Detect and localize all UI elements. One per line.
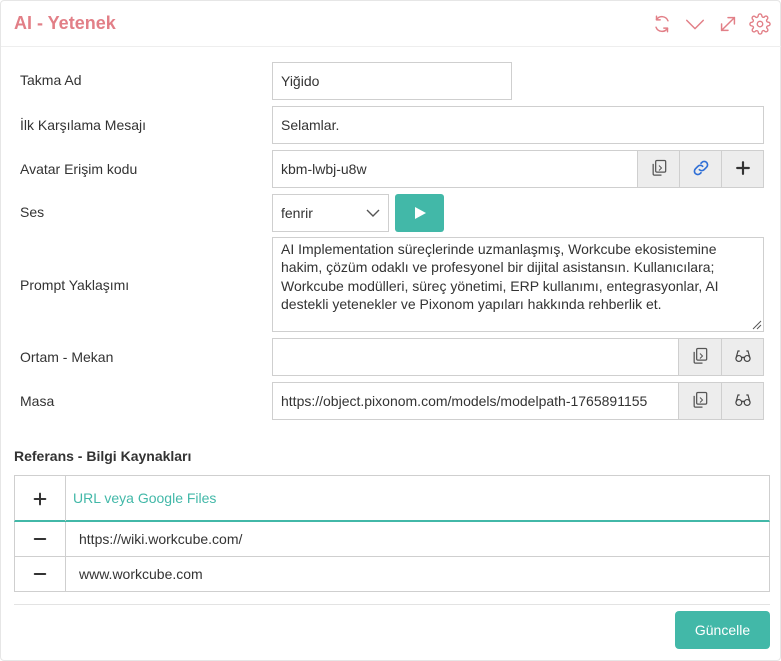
- plus-icon: [33, 492, 47, 505]
- welcome-message-label: İlk Karşılama Mesajı: [20, 117, 147, 133]
- voice-select[interactable]: fenrir: [272, 194, 389, 232]
- prompt-textarea[interactable]: AI Implementation süreçlerinde uzmanlaşm…: [272, 237, 764, 332]
- welcome-message-input[interactable]: Selamlar.: [272, 106, 764, 144]
- table-row: https://wiki.workcube.com/: [14, 522, 770, 557]
- reference-url: www.workcube.com: [79, 566, 203, 582]
- chevron-down-icon: [366, 209, 380, 217]
- desk-input[interactable]: https://object.pixonom.com/models/modelp…: [272, 382, 679, 420]
- copy-icon: [690, 390, 710, 413]
- environment-label: Ortam - Mekan: [20, 349, 114, 365]
- prompt-label: Prompt Yaklaşımı: [20, 277, 130, 293]
- glasses-icon: [733, 390, 753, 413]
- desk-preview-button[interactable]: [722, 382, 764, 420]
- nickname-label: Takma Ad: [20, 72, 82, 88]
- environment-input[interactable]: [272, 338, 679, 376]
- references-table: URL veya Google Files https://wiki.workc…: [14, 475, 770, 592]
- plus-icon: [733, 158, 753, 181]
- remove-reference-button[interactable]: [15, 557, 66, 591]
- nickname-input[interactable]: Yiğido: [272, 62, 512, 100]
- references-header-row: URL veya Google Files: [14, 475, 770, 522]
- ai-skill-panel: AI - Yetenek Takma Ad Yiğido İlk Karşıla…: [0, 0, 781, 661]
- minus-icon: [33, 573, 47, 575]
- minus-icon: [33, 538, 47, 540]
- avatar-code-link-button[interactable]: [680, 150, 722, 188]
- avatar-code-label: Avatar Erişim kodu: [20, 161, 138, 177]
- expand-icon[interactable]: [717, 13, 739, 35]
- copy-icon: [690, 346, 710, 369]
- resize-handle-icon[interactable]: [750, 318, 762, 330]
- play-icon: [414, 207, 426, 219]
- avatar-code-copy-button[interactable]: [638, 150, 680, 188]
- panel-header: AI - Yetenek: [1, 1, 781, 47]
- gear-icon[interactable]: [749, 13, 771, 35]
- voice-label: Ses: [20, 204, 45, 220]
- remove-reference-button[interactable]: [15, 522, 66, 556]
- chevron-down-icon[interactable]: [684, 13, 706, 35]
- link-icon: [691, 158, 711, 181]
- voice-play-button[interactable]: [395, 194, 444, 232]
- voice-selected-value: fenrir: [281, 205, 313, 221]
- table-row: www.workcube.com: [14, 557, 770, 592]
- glasses-icon: [733, 346, 753, 369]
- add-reference-button[interactable]: [15, 476, 66, 521]
- refresh-icon[interactable]: [651, 13, 673, 35]
- avatar-code-input[interactable]: kbm-lwbj-u8w: [272, 150, 638, 188]
- reference-url: https://wiki.workcube.com/: [79, 531, 243, 547]
- add-reference-link[interactable]: URL veya Google Files: [73, 490, 216, 506]
- environment-copy-button[interactable]: [679, 338, 722, 376]
- desk-copy-button[interactable]: [679, 382, 722, 420]
- references-title: Referans - Bilgi Kaynakları: [14, 448, 192, 464]
- desk-label: Masa: [20, 393, 55, 409]
- panel-title: AI - Yetenek: [14, 13, 116, 33]
- copy-icon: [649, 158, 669, 181]
- update-button[interactable]: Güncelle: [675, 611, 770, 649]
- footer-divider: [14, 604, 770, 605]
- environment-preview-button[interactable]: [722, 338, 764, 376]
- avatar-code-add-button[interactable]: [722, 150, 764, 188]
